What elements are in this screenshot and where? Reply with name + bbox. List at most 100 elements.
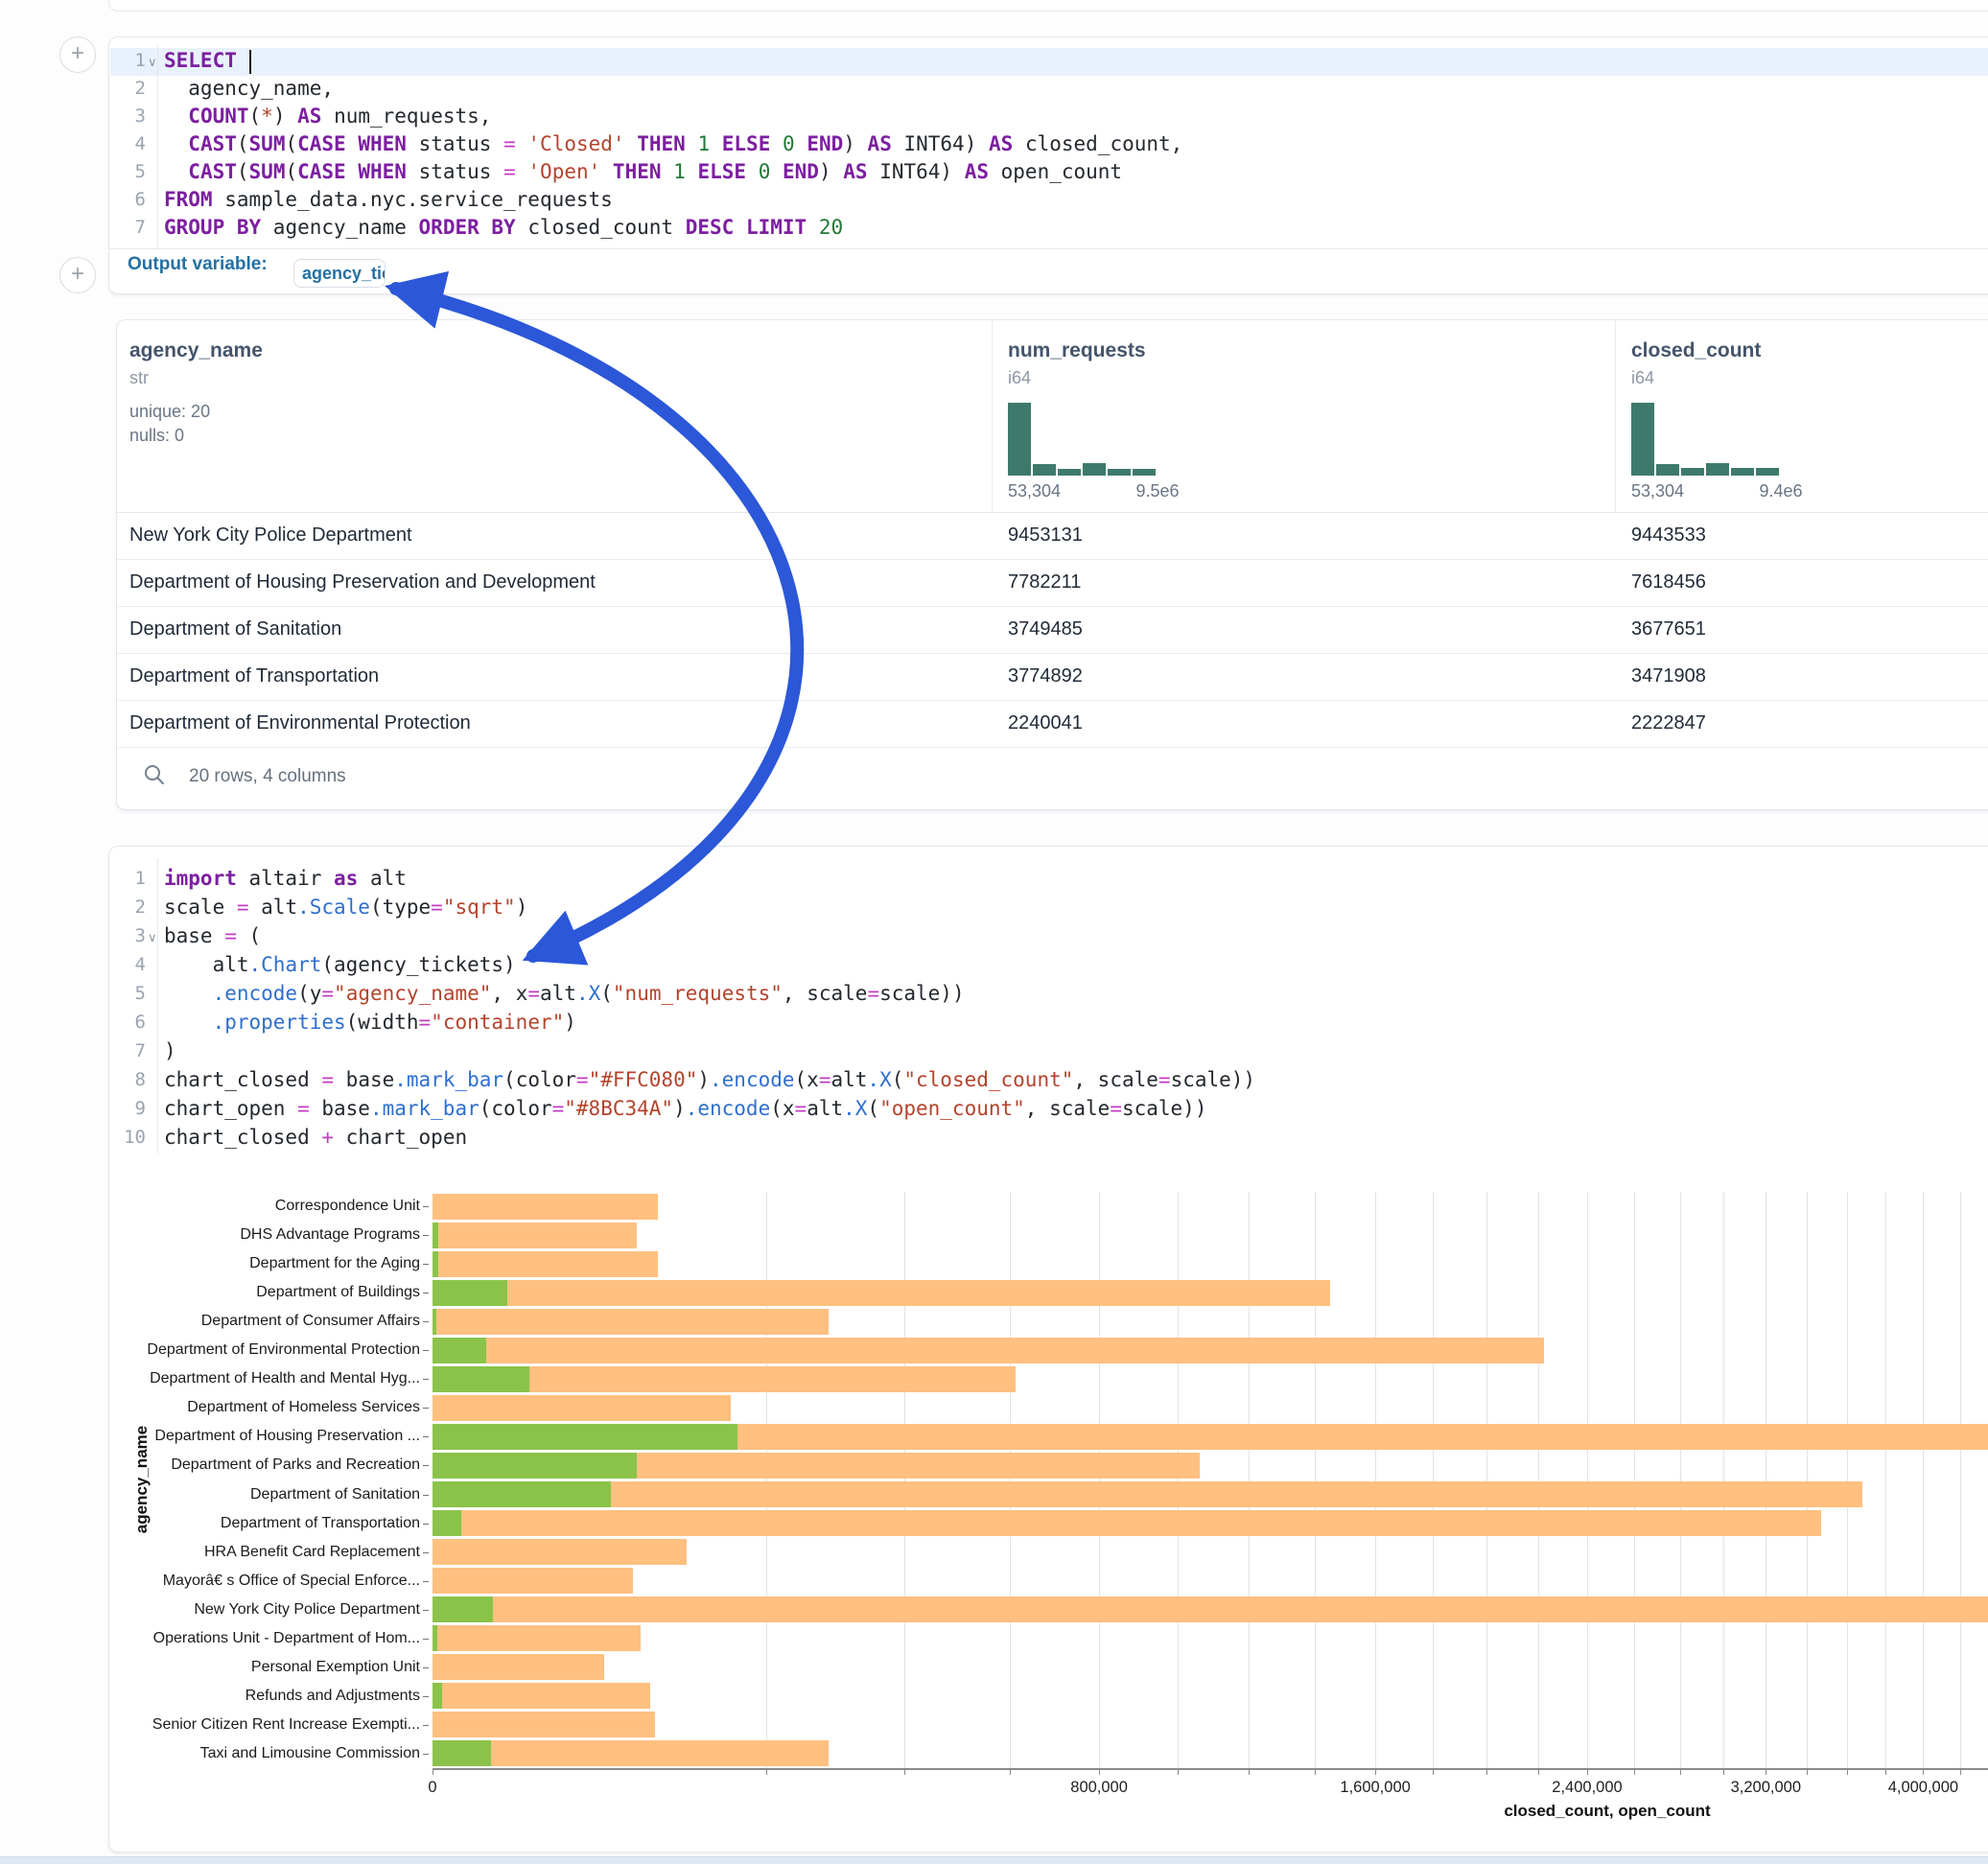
code-token: THEN (613, 160, 662, 183)
code-token: FROM (164, 188, 213, 211)
x-tick-label: 2,400,000 (1510, 1779, 1664, 1797)
histogram-max-label: 9.5e6 (1110, 481, 1205, 501)
x-tick-mark (1538, 1770, 1539, 1775)
gridline (1010, 1192, 1011, 1768)
bar-open (433, 1683, 442, 1709)
code-token (770, 132, 783, 155)
code-token: 0 (783, 132, 795, 155)
cell-closed-count: 9443533 (1631, 512, 1706, 559)
bar-closed (433, 1712, 655, 1737)
code-token (164, 160, 188, 183)
y-tick-mark (423, 1754, 429, 1755)
bar-closed (433, 1510, 1821, 1536)
code-token: SELECT (164, 49, 237, 72)
code-token: INT64) (892, 132, 989, 155)
code-token: ORDER BY (419, 216, 516, 239)
table-row[interactable]: Department of Environmental Protection22… (117, 700, 1988, 748)
code-line: FROM sample_data.nyc.service_requests (164, 186, 1182, 214)
search-icon[interactable] (143, 763, 166, 786)
output-variable-pill[interactable]: agency_tickets (293, 259, 386, 288)
code-token: 'Closed' (527, 132, 624, 155)
column-header-closed-count[interactable]: closed_count (1631, 339, 1761, 362)
code-cursor (249, 50, 251, 74)
y-axis-label: Taxi and Limousine Commission (113, 1744, 420, 1763)
line-number: 6 (109, 186, 146, 214)
column-header-agency-name[interactable]: agency_name (129, 339, 263, 362)
table-row[interactable]: Department of Housing Preservation and D… (117, 559, 1988, 607)
code-token: closed_count, (1013, 132, 1182, 155)
code-token: ( (237, 160, 249, 183)
y-axis-label: Senior Citizen Rent Increase Exempti... (113, 1715, 420, 1735)
bar-closed (433, 1280, 1330, 1306)
code-token: ( (237, 132, 249, 155)
code-token (346, 160, 359, 183)
table-row[interactable]: Department of Sanitation37494853677651 (117, 606, 1988, 654)
table-summary: 20 rows, 4 columns (189, 766, 346, 787)
cell-num-requests: 7782211 (1008, 559, 1081, 606)
x-tick-mark (766, 1770, 767, 1775)
bar-closed (433, 1309, 829, 1335)
y-axis-label: Department of Consumer Affairs (113, 1312, 420, 1331)
code-token: INT64) (868, 160, 965, 183)
y-axis-label: Department of Environmental Protection (113, 1340, 420, 1360)
x-tick-mark (1587, 1770, 1588, 1775)
cell-num-requests: 9453131 (1008, 512, 1083, 559)
x-tick-mark (1847, 1770, 1848, 1775)
column-divider (1615, 320, 1616, 512)
cell-agency-name: Department of Transportation (129, 653, 379, 700)
code-token (600, 160, 613, 183)
code-token: SUM (249, 160, 286, 183)
x-tick-label: 3,200,000 (1689, 1779, 1842, 1797)
gridline (1723, 1192, 1724, 1768)
table-row[interactable]: Department of Transportation377489234719… (117, 653, 1988, 701)
code-line: CAST(SUM(CASE WHEN status = 'Open' THEN … (164, 158, 1182, 186)
y-tick-mark (423, 1465, 429, 1466)
x-tick-mark (1807, 1770, 1808, 1775)
cell-closed-count: 7618456 (1631, 559, 1706, 606)
x-tick-mark (1010, 1770, 1011, 1775)
code-token: 'Open' (527, 160, 600, 183)
code-token (516, 160, 528, 183)
y-axis-label: Department of Housing Preservation ... (113, 1427, 420, 1446)
code-token: open_count (989, 160, 1122, 183)
code-token (686, 160, 698, 183)
cell-divider (109, 248, 1988, 249)
code-token (770, 160, 783, 183)
chevron-down-icon[interactable]: ∨ (148, 55, 157, 70)
y-tick-mark (423, 1581, 429, 1582)
table-row[interactable]: New York City Police Department945313194… (117, 512, 1988, 560)
code-token: ( (249, 105, 262, 128)
histogram-bar (1108, 469, 1131, 476)
gridline (1375, 1192, 1376, 1768)
bar-closed (433, 1481, 1862, 1507)
bar-closed (433, 1338, 1544, 1363)
histogram-bar (1756, 468, 1779, 476)
add-cell-button[interactable]: + (59, 36, 96, 73)
output-variable-value: agency_tickets (302, 264, 386, 283)
histogram-bar (1083, 463, 1106, 476)
histogram-bar (1033, 464, 1056, 476)
output-variable-label: Output variable: (128, 254, 268, 275)
bar-closed (433, 1395, 731, 1421)
code-line: GROUP BY agency_name ORDER BY closed_cou… (164, 214, 1182, 242)
bar-closed (433, 1539, 687, 1565)
code-token: 20 (819, 216, 843, 239)
bar-closed (433, 1223, 637, 1248)
bar-closed (433, 1194, 658, 1220)
line-number: 3 (109, 103, 146, 130)
histogram-bar (1008, 403, 1031, 476)
column-histogram (1631, 403, 1781, 476)
cell-closed-count: 2222847 (1631, 700, 1706, 747)
y-tick-mark (423, 1610, 429, 1611)
y-tick-mark (423, 1495, 429, 1496)
code-token (807, 216, 819, 239)
y-axis-label: Department for the Aging (113, 1254, 420, 1273)
sql-code-editor[interactable]: SELECT agency_name, COUNT(*) AS num_requ… (164, 47, 1182, 242)
add-cell-button[interactable]: + (59, 257, 96, 293)
column-header-num-requests[interactable]: num_requests (1008, 339, 1146, 362)
code-token: ) (843, 132, 867, 155)
line-number: 2 (109, 75, 146, 103)
code-token: END (783, 160, 819, 183)
line-number: 7 (109, 214, 146, 242)
x-tick-mark (1885, 1770, 1886, 1775)
